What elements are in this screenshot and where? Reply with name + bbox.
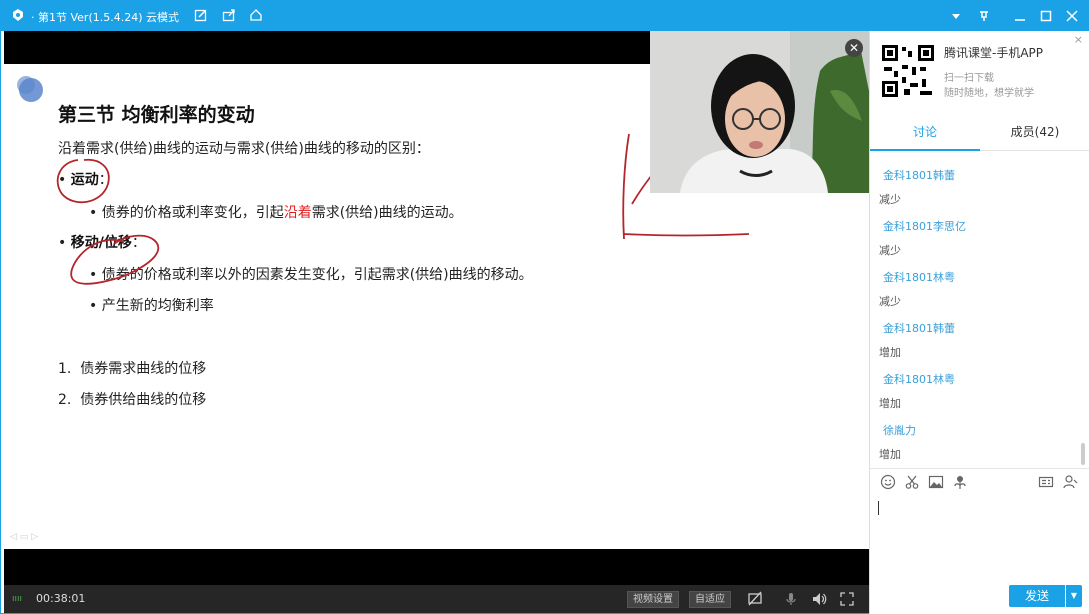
promo-subtitle: 扫一扫下载 随时随地，想学就学 (944, 73, 1034, 99)
pin-icon[interactable] (974, 6, 994, 26)
chat-sender: 金科1801韩蕾 (883, 169, 955, 182)
scissors-icon[interactable] (904, 474, 920, 490)
card-icon[interactable] (1038, 474, 1054, 490)
chat-sender: 徐胤力 (883, 424, 916, 437)
minimize-icon[interactable] (1010, 6, 1030, 26)
app-logo-icon (13, 9, 23, 21)
video-settings-button[interactable]: 视频设置 (627, 591, 679, 608)
text-cursor (878, 501, 879, 515)
dropdown-icon[interactable] (946, 6, 966, 26)
elapsed-time: 00:38:01 (36, 592, 86, 605)
promo-title: 腾讯课堂-手机APP (944, 46, 1044, 60)
chat-sender: 金科1801林粤 (883, 271, 955, 284)
chat-list[interactable]: 金科1801韩蕾 减少 金科1801李思亿 减少 金科1801林粤 减少 金科1… (870, 153, 1082, 466)
title-bar: · 第1节 Ver(1.5.4.24) 云模式 (1, 1, 1089, 31)
signal-indicator: ıııı (12, 594, 23, 604)
emoji-icon[interactable] (880, 474, 896, 490)
flower-icon[interactable] (952, 474, 968, 490)
chat-text: 增加 (879, 346, 901, 359)
send-button[interactable]: 发送 (1009, 585, 1065, 607)
webcam-view[interactable]: ✕ (650, 31, 869, 193)
chat-text: 减少 (879, 244, 901, 257)
chat-text: 增加 (879, 448, 901, 461)
chat-text: 增加 (879, 397, 901, 410)
chat-text: 减少 (879, 193, 901, 206)
chat-scrollbar[interactable] (1081, 153, 1085, 466)
side-panel: × 腾讯课堂-手机APP 扫一扫下载 随时随地，想学就学 讨论 成员(42) 金… (869, 31, 1089, 614)
panel-close-button[interactable]: × (1074, 33, 1083, 46)
window-title: · 第1节 Ver(1.5.4.24) 云模式 (31, 11, 180, 24)
screen-off-icon[interactable] (747, 591, 763, 607)
scrollbar-thumb[interactable] (1081, 443, 1085, 465)
edit-icon[interactable] (194, 8, 208, 22)
panel-tabs: 讨论 成员(42) (870, 119, 1089, 151)
chat-sender: 金科1801韩蕾 (883, 322, 955, 335)
app-window: · 第1节 Ver(1.5.4.24) 云模式 第三节 均衡利率的变动 沿着需求… (0, 0, 1089, 614)
close-icon[interactable] (1062, 6, 1082, 26)
qr-code-icon (880, 43, 936, 99)
person-icon[interactable] (1062, 474, 1078, 490)
fullscreen-icon[interactable] (839, 591, 855, 607)
maximize-icon[interactable] (1036, 6, 1056, 26)
chat-toolbar (870, 468, 1089, 494)
microphone-icon[interactable] (783, 591, 799, 607)
chat-sender: 金科1801林粤 (883, 373, 955, 386)
chat-text: 减少 (879, 295, 901, 308)
send-options-button[interactable]: ▼ (1066, 585, 1082, 607)
chat-input[interactable] (870, 494, 1089, 582)
teacher-video (650, 31, 869, 193)
video-stage[interactable]: 第三节 均衡利率的变动 沿着需求(供给)曲线的运动与需求(供给)曲线的移动的区别… (4, 31, 869, 585)
volume-icon[interactable] (811, 591, 827, 607)
tab-members[interactable]: 成员(42) (980, 119, 1089, 151)
slide-nav[interactable]: ◁ ▭ ▷ (10, 532, 38, 542)
share-icon[interactable] (222, 8, 236, 22)
tab-discussion[interactable]: 讨论 (870, 119, 980, 151)
chat-sender: 金科1801李思亿 (883, 220, 966, 233)
image-icon[interactable] (928, 474, 944, 490)
adaptive-button[interactable]: 自适应 (689, 591, 731, 608)
webcam-close-button[interactable]: ✕ (845, 39, 863, 57)
home-icon[interactable] (249, 8, 263, 22)
control-bar: ıııı 00:38:01 视频设置 自适应 (4, 585, 869, 613)
